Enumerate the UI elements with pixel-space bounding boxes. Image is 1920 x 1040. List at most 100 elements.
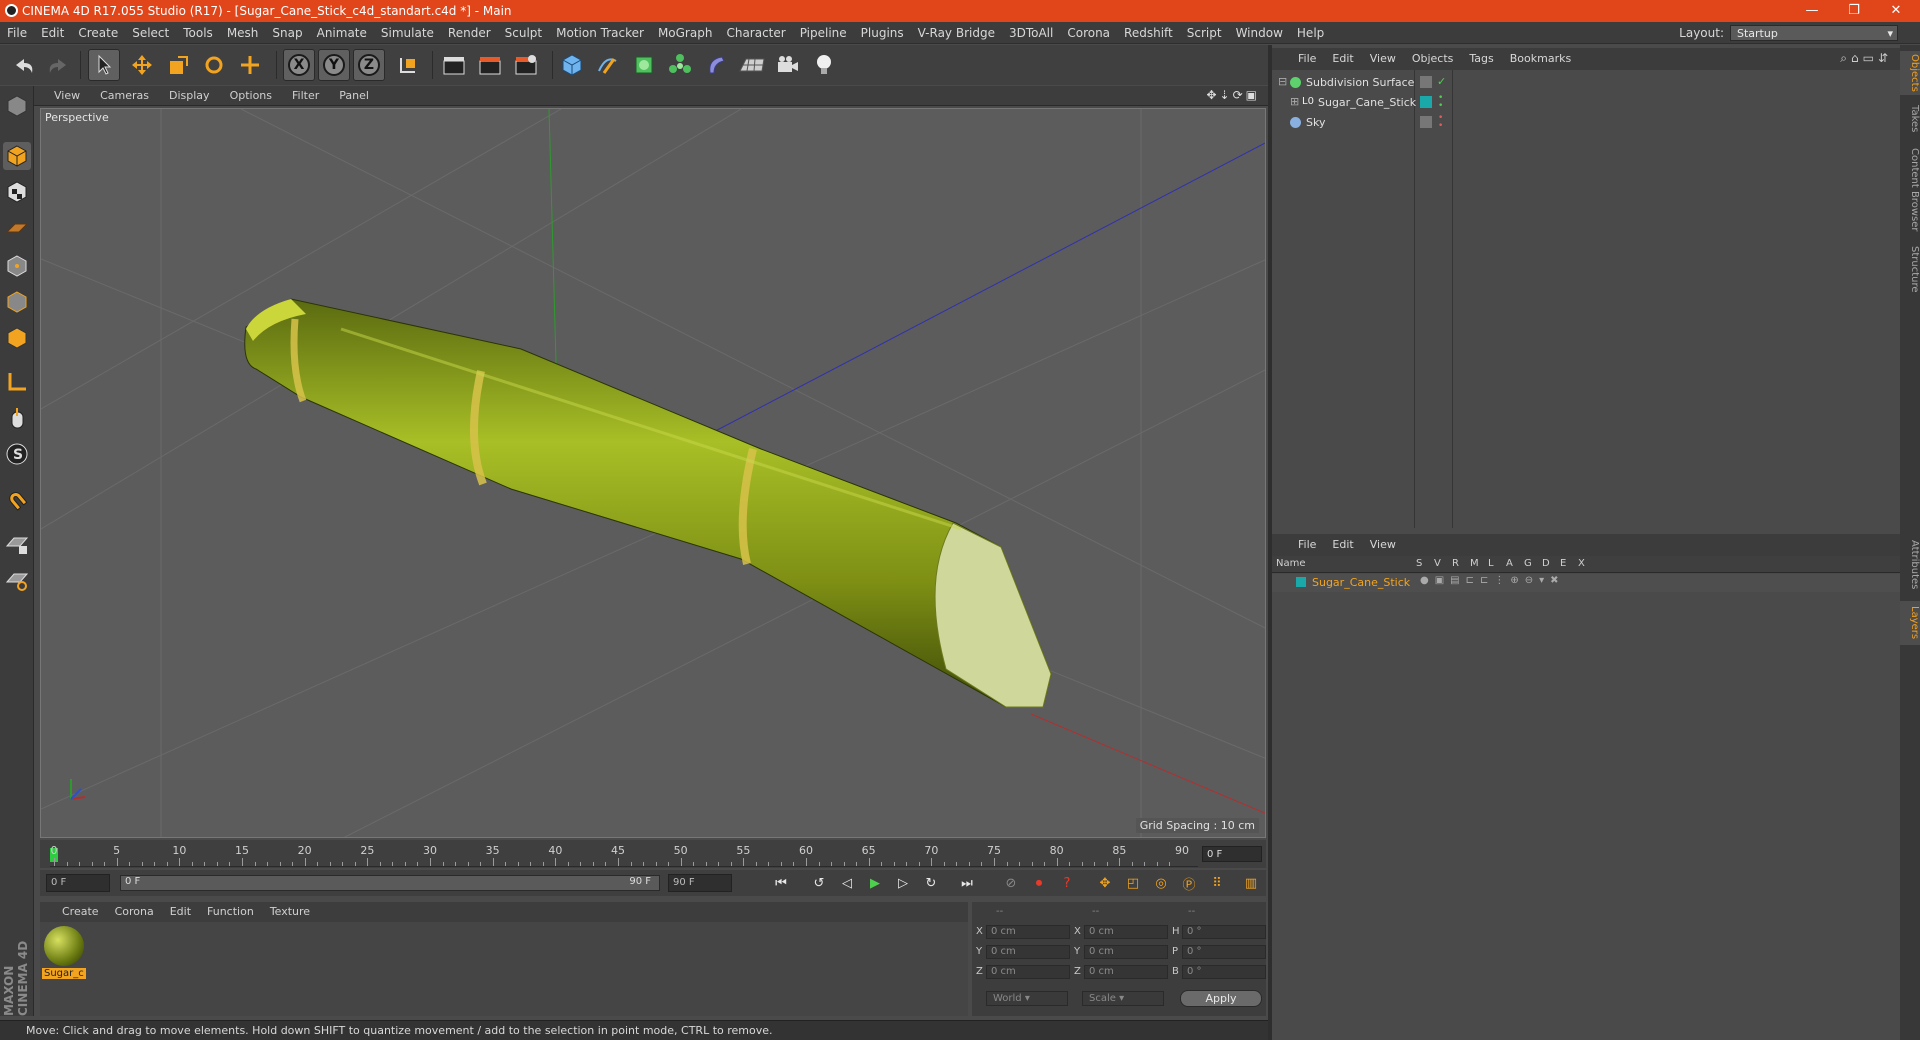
menu-snap[interactable]: Snap <box>265 22 309 44</box>
column-s[interactable]: S <box>1416 558 1422 569</box>
transform-tool-button[interactable] <box>234 49 266 81</box>
menu-vray-bridge[interactable]: V-Ray Bridge <box>911 22 1002 44</box>
menu-mograph[interactable]: MoGraph <box>651 22 720 44</box>
deformer-button[interactable] <box>700 49 732 81</box>
cloner-button[interactable] <box>664 49 696 81</box>
render-settings-button[interactable] <box>510 49 542 81</box>
material-menu-texture[interactable]: Texture <box>262 902 318 922</box>
lm-menu-edit[interactable]: Edit <box>1324 534 1361 556</box>
light-button[interactable] <box>808 49 840 81</box>
column-name[interactable]: Name <box>1276 558 1306 569</box>
layer-row[interactable]: Sugar_Cane_Stick ●▣▤⊏⊏⋮⊕⊖▾✖ <box>1272 574 1900 592</box>
expand-toggle-icon[interactable]: ⊞ <box>1290 95 1299 108</box>
menu-tools[interactable]: Tools <box>176 22 220 44</box>
redo-button[interactable] <box>42 49 74 81</box>
next-frame-button[interactable]: ▷ <box>892 873 914 893</box>
viewport-nav-icons[interactable]: ✥⇣⟳▣ <box>1206 88 1260 102</box>
timeline-window-button[interactable]: ▥ <box>1240 873 1262 893</box>
sugar-cane-stick-model[interactable] <box>244 298 1052 708</box>
planar-workplane-button[interactable] <box>3 566 31 594</box>
menu-simulate[interactable]: Simulate <box>374 22 441 44</box>
model-mode-button[interactable] <box>3 142 31 170</box>
coordinate-system-button[interactable] <box>392 49 424 81</box>
om-menu-file[interactable]: File <box>1290 48 1324 70</box>
size-z-field[interactable]: 0 cm <box>1084 965 1168 979</box>
material-menu-corona[interactable]: Corona <box>107 902 162 922</box>
tab-objects[interactable]: Objects <box>1900 51 1920 95</box>
record-keys-button[interactable]: ⊘ <box>1000 873 1022 893</box>
column-a[interactable]: A <box>1506 558 1513 569</box>
search-home-icons[interactable]: ⌕⌂▭⇵ <box>1840 51 1892 66</box>
visibility-dots-icon[interactable]: • • <box>1438 114 1443 131</box>
viewport-menu-filter[interactable]: Filter <box>282 86 329 106</box>
go-to-start-button[interactable]: ⏮ <box>770 873 792 893</box>
lm-menu-view[interactable]: View <box>1362 534 1404 556</box>
column-x[interactable]: X <box>1578 558 1585 569</box>
lm-menu-file[interactable]: File <box>1290 534 1324 556</box>
material-menu-edit[interactable]: Edit <box>162 902 199 922</box>
start-frame-field[interactable]: 0 F <box>46 874 110 892</box>
viewport-menu-view[interactable]: View <box>44 86 90 106</box>
polygons-mode-button[interactable] <box>3 324 31 352</box>
pos-z-field[interactable]: 0 cm <box>986 965 1070 979</box>
keyframe-selection-button[interactable]: ? <box>1056 873 1078 893</box>
size-x-field[interactable]: 0 cm <box>1084 925 1168 939</box>
end-frame-field[interactable]: 90 F <box>668 874 732 892</box>
om-menu-objects[interactable]: Objects <box>1404 48 1462 70</box>
om-menu-view[interactable]: View <box>1362 48 1404 70</box>
menu-window[interactable]: Window <box>1229 22 1290 44</box>
rot-h-field[interactable]: 0 ° <box>1182 925 1266 939</box>
menu-motion-tracker[interactable]: Motion Tracker <box>549 22 651 44</box>
om-menu-bookmarks[interactable]: Bookmarks <box>1502 48 1579 70</box>
coordinate-space-dropdown[interactable]: World ▾ <box>986 991 1068 1006</box>
menu-create[interactable]: Create <box>71 22 125 44</box>
object-row-sky[interactable]: Sky • • <box>1272 114 1900 132</box>
workplane-mode-button[interactable] <box>3 214 31 242</box>
column-v[interactable]: V <box>1434 558 1441 569</box>
tab-takes[interactable]: Takes <box>1900 101 1920 137</box>
autokey-button[interactable]: ⏺ <box>1028 873 1050 893</box>
scale-tool-button[interactable] <box>162 49 194 81</box>
tab-layers[interactable]: Layers <box>1900 601 1920 645</box>
camera-button[interactable] <box>772 49 804 81</box>
move-tool-button[interactable] <box>126 49 158 81</box>
solo-button[interactable]: S <box>3 440 31 468</box>
undo-button[interactable] <box>8 49 40 81</box>
tweak-mode-button[interactable] <box>3 404 31 432</box>
menu-edit[interactable]: Edit <box>34 22 71 44</box>
menu-sculpt[interactable]: Sculpt <box>498 22 549 44</box>
apply-button[interactable]: Apply <box>1180 990 1262 1007</box>
material-swatch[interactable]: Sugar_c <box>42 926 86 986</box>
size-mode-dropdown[interactable]: Scale ▾ <box>1082 991 1164 1006</box>
layer-color-swatch[interactable] <box>1296 577 1306 587</box>
menu-help[interactable]: Help <box>1290 22 1331 44</box>
rot-p-field[interactable]: 0 ° <box>1182 945 1266 959</box>
visibility-dots-icon[interactable]: • • <box>1438 94 1443 111</box>
go-to-end-button[interactable]: ⏭ <box>956 873 978 893</box>
render-view-button[interactable] <box>438 49 470 81</box>
floor-button[interactable] <box>736 49 768 81</box>
menu-3dtoall[interactable]: 3DToAll <box>1002 22 1060 44</box>
play-button[interactable]: ▶ <box>864 873 886 893</box>
enabled-check-icon[interactable]: ✓ <box>1437 75 1446 88</box>
axis-mode-button[interactable] <box>3 368 31 396</box>
material-menu-function[interactable]: Function <box>199 902 262 922</box>
viewport-menu-display[interactable]: Display <box>159 86 220 106</box>
column-g[interactable]: G <box>1524 558 1532 569</box>
x-axis-lock-button[interactable]: X <box>283 49 315 81</box>
render-picture-viewer-button[interactable] <box>474 49 506 81</box>
material-menu-create[interactable]: Create <box>54 902 107 922</box>
layer-name[interactable]: Sugar_Cane_Stick <box>1312 576 1410 589</box>
viewport-menu-cameras[interactable]: Cameras <box>90 86 159 106</box>
snapping-button[interactable] <box>3 486 31 514</box>
layer-flag-icons[interactable]: ●▣▤⊏⊏⋮⊕⊖▾✖ <box>1420 575 1565 586</box>
viewport-menu-options[interactable]: Options <box>220 86 282 106</box>
tab-structure[interactable]: Structure <box>1900 241 1920 297</box>
column-r[interactable]: R <box>1452 558 1459 569</box>
layout-dropdown[interactable]: Startup ▾ <box>1730 25 1898 41</box>
pen-spline-button[interactable] <box>592 49 624 81</box>
subdivision-surface-button[interactable] <box>628 49 660 81</box>
preview-range-slider[interactable]: 0 F 90 F <box>120 875 660 891</box>
menu-corona[interactable]: Corona <box>1060 22 1117 44</box>
om-menu-tags[interactable]: Tags <box>1461 48 1501 70</box>
